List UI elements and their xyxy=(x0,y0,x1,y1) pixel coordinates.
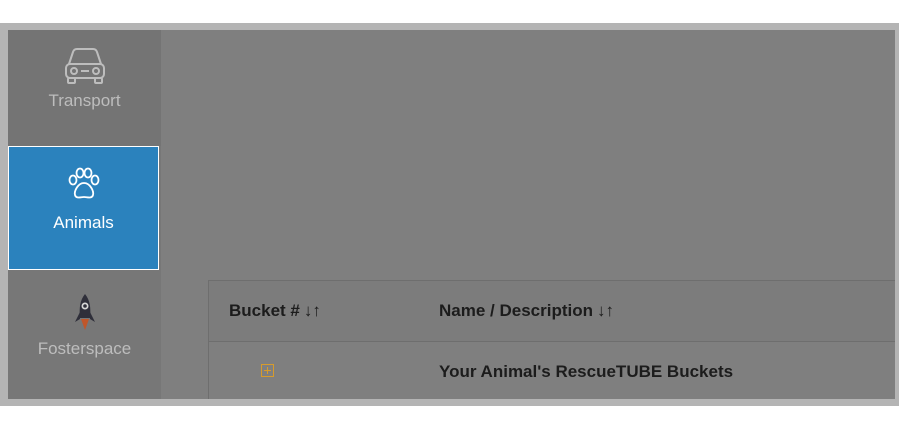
car-icon xyxy=(64,48,105,84)
expand-icon[interactable] xyxy=(261,364,274,377)
table-header-row: Bucket # ↓↑ Name / Description ↓↑ xyxy=(209,281,895,342)
sidebar-item-label: Fosterspace xyxy=(37,339,132,358)
bucket-table: Bucket # ↓↑ Name / Description ↓↑ Your Ani… xyxy=(208,280,895,399)
rocket-icon xyxy=(74,294,95,330)
paw-icon xyxy=(68,167,99,199)
sidebar-item-label: Animals xyxy=(53,213,114,232)
column-header-label: Name / Description xyxy=(439,301,593,320)
sidebar-item-fosterspace[interactable]: Fosterspace xyxy=(8,284,161,399)
sort-arrows-icon[interactable]: ↓↑ xyxy=(304,301,321,320)
column-header-name[interactable]: Name / Description ↓↑ xyxy=(439,281,614,341)
sidebar-item-animals[interactable]: Animals xyxy=(8,146,159,270)
app-content: Transport Animals Fosterspace Bucket # ↓… xyxy=(8,30,895,399)
column-header-bucket[interactable]: Bucket # ↓↑ xyxy=(229,281,321,341)
sort-arrows-icon[interactable]: ↓↑ xyxy=(597,301,614,320)
column-header-label: Bucket # xyxy=(229,301,300,320)
bucket-name: Your Animal's RescueTUBE Buckets xyxy=(439,362,734,381)
sidebar-item-label: Transport xyxy=(48,91,121,110)
sidebar-item-transport[interactable]: Transport xyxy=(8,30,161,146)
sidebar: Transport Animals Fosterspace xyxy=(8,30,161,399)
table-row: Your Animal's RescueTUBE Buckets xyxy=(209,342,895,399)
